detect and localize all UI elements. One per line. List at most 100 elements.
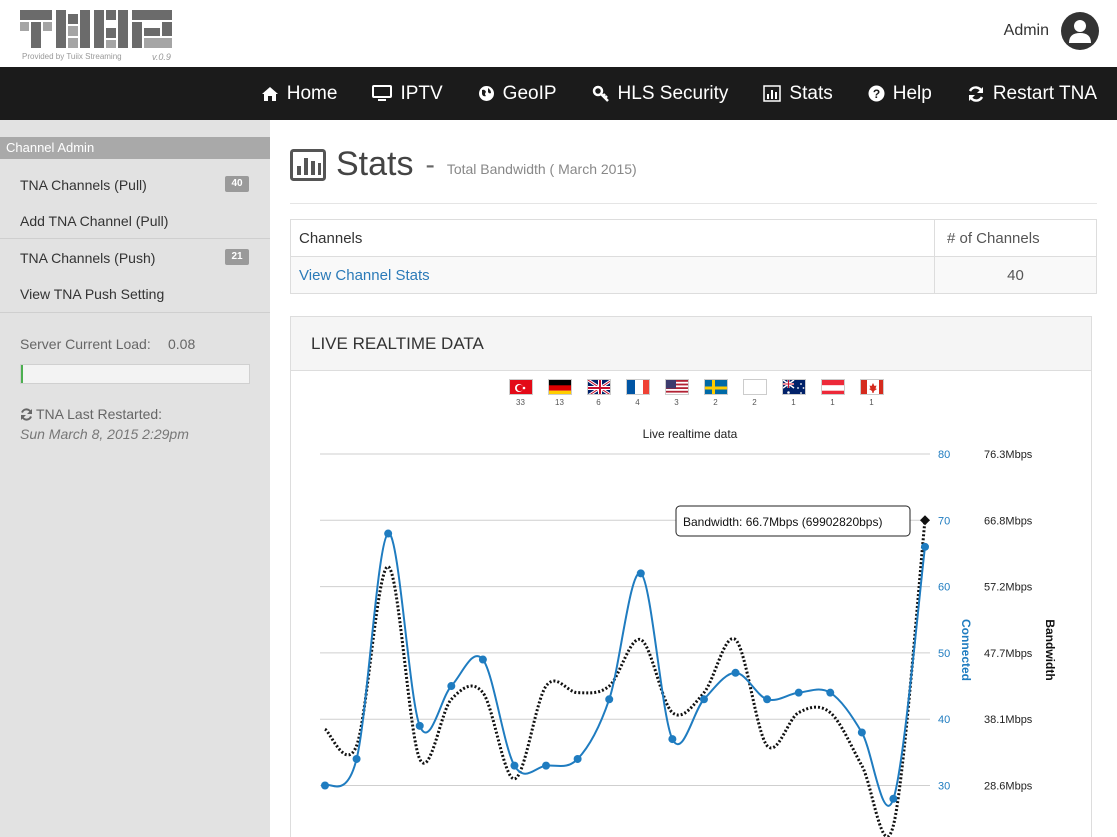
connected-point: [763, 695, 772, 704]
nav-help[interactable]: ? Help: [868, 83, 932, 105]
nav-home[interactable]: Home: [261, 83, 337, 105]
germany-flag-icon: [547, 379, 572, 395]
bandwidth-tick-label: 28.6Mbps: [984, 781, 1033, 793]
flag-count: 2: [752, 398, 757, 407]
panel-title: LIVE REALTIME DATA: [311, 334, 484, 353]
connected-tick-label: 30: [938, 781, 950, 793]
sidebar-item-add-channel-pull[interactable]: Add TNA Channel (Pull): [20, 213, 168, 229]
connected-tick-label: 60: [938, 582, 950, 594]
app-header: Provided by Tuiix Streaming v.0.9 Admin: [0, 0, 1117, 67]
connected-point: [636, 569, 645, 578]
home-icon: [261, 86, 278, 101]
user-name: Admin: [1003, 22, 1049, 39]
panel-header: LIVE REALTIME DATA: [291, 317, 1091, 371]
logo-subtitle: Provided by Tuiix Streaming: [22, 52, 122, 61]
bandwidth-tick-label: 47.7Mbps: [984, 648, 1033, 660]
chart-tooltip-text: Bandwidth: 66.7Mbps (69902820bps): [683, 515, 882, 529]
sidebar-item-tna-channels-pull[interactable]: TNA Channels (Pull): [20, 177, 147, 193]
flag-count: 1: [830, 398, 835, 407]
restart-info: TNA Last Restarted:: [20, 406, 162, 422]
connected-point: [415, 721, 424, 730]
connected-point: [826, 688, 835, 697]
connected-point: [447, 682, 456, 691]
connected-point: [573, 754, 582, 763]
uk-flag-icon: [586, 379, 611, 395]
sidebar: Channel Admin TNA Channels (Pull) 40 Add…: [0, 120, 270, 837]
nav-label: GeoIP: [502, 82, 557, 104]
flag-count: 2: [713, 398, 718, 407]
bandwidth-series-line: [323, 520, 927, 837]
sidebar-divider: [0, 238, 270, 239]
connected-point: [605, 695, 614, 704]
push-count-badge: 21: [225, 249, 249, 265]
realtime-chart: Live realtime data 80 76.3Mbps 70 66.8Mbps 60…: [320, 427, 1057, 837]
connected-tick-label: 50: [938, 648, 950, 660]
connected-axis-title: Connected: [959, 619, 973, 681]
nav-label: IPTV: [400, 82, 443, 104]
country-flags: 33 13 6 4 3 2 2 1 1 1: [501, 379, 891, 407]
connected-tick-label: 80: [938, 449, 950, 461]
flag-item: 2: [735, 379, 774, 407]
nav-label: HLS Security: [617, 82, 729, 104]
view-channel-stats-link[interactable]: View Channel Stats: [290, 256, 935, 294]
flag-item: 1: [852, 379, 891, 407]
user-menu[interactable]: Admin: [1004, 12, 1099, 50]
svg-text:?: ?: [873, 87, 880, 101]
nav-hls-security[interactable]: HLS Security: [592, 82, 729, 105]
connected-point: [321, 781, 329, 790]
nav-iptv[interactable]: IPTV: [372, 82, 443, 105]
connected-tick-label: 40: [938, 714, 950, 726]
usa-flag-icon: [664, 379, 689, 395]
nav-restart-tna[interactable]: Restart TNA: [967, 83, 1097, 105]
blank-flag-icon: [742, 379, 767, 395]
connected-point: [731, 668, 740, 677]
connected-point: [542, 761, 551, 770]
australia-flag-icon: [781, 379, 806, 395]
connected-point: [921, 542, 929, 551]
bar-chart-icon: [763, 85, 782, 102]
connected-series-line: [324, 532, 926, 807]
channel-count-badge: 40: [225, 176, 249, 192]
flag-count: 13: [555, 398, 564, 407]
bandwidth-tick-label: 66.8Mbps: [984, 515, 1033, 527]
connected-point: [384, 529, 393, 538]
title-divider: [290, 203, 1097, 204]
connected-tick-label: 70: [938, 515, 950, 527]
connected-point: [699, 695, 708, 704]
flag-count: 33: [516, 398, 525, 407]
sidebar-heading: Channel Admin: [0, 137, 270, 159]
refresh-icon: [968, 85, 984, 102]
key-icon: [592, 85, 609, 102]
flag-item: 33: [501, 379, 540, 407]
avatar[interactable]: [1061, 12, 1099, 50]
logo-version: v.0.9: [152, 52, 171, 62]
connected-point: [889, 794, 898, 803]
sweden-flag-icon: [703, 379, 728, 395]
sidebar-item-push-setting[interactable]: View TNA Push Setting: [20, 286, 164, 302]
channels-table: Channels # of Channels View Channel Stat…: [290, 219, 1097, 294]
user-icon: [1069, 20, 1091, 43]
flag-item: 13: [540, 379, 579, 407]
server-load-bar: [20, 364, 250, 384]
bar-chart-icon: [290, 148, 326, 181]
page-title: Stats - Total Bandwidth ( March 2015): [290, 145, 637, 184]
page-title-text: Stats: [336, 145, 414, 183]
bandwidth-tick-label: 38.1Mbps: [984, 714, 1033, 726]
connected-point: [478, 655, 487, 664]
question-icon: ?: [868, 85, 885, 102]
flag-count: 1: [791, 398, 796, 407]
nav-geoip[interactable]: GeoIP: [478, 83, 557, 105]
flag-count: 4: [635, 398, 640, 407]
column-header: Channels: [290, 219, 935, 257]
nav-label: Restart TNA: [992, 82, 1097, 104]
flag-item: 1: [774, 379, 813, 407]
flag-count: 1: [869, 398, 874, 407]
sidebar-item-tna-channels-push[interactable]: TNA Channels (Push): [20, 250, 155, 266]
server-load-label: Server Current Load:: [20, 336, 151, 352]
server-load-fill: [21, 365, 23, 383]
bandwidth-axis-title: Bandwidth: [1043, 619, 1057, 680]
nav-stats[interactable]: Stats: [763, 83, 833, 105]
connected-point: [510, 761, 519, 770]
connected-point: [668, 735, 677, 744]
tna-logo[interactable]: Provided by Tuiix Streaming v.0.9: [20, 10, 180, 64]
